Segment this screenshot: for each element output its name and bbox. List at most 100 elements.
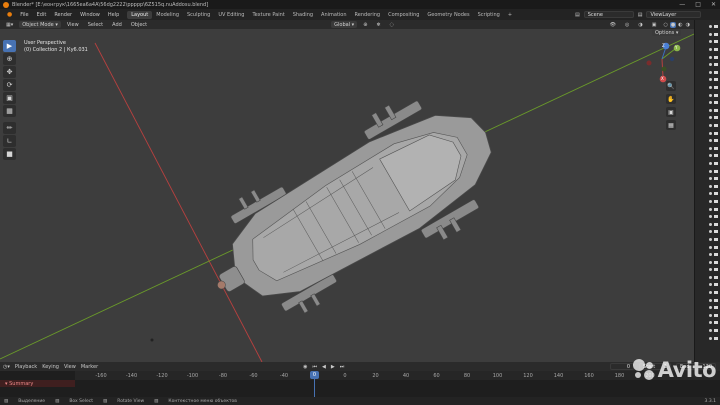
zoom-icon[interactable]: 🔍 [666, 81, 676, 91]
visibility-eye-icon[interactable] [709, 161, 712, 165]
close-button[interactable]: ✕ [711, 1, 716, 8]
visibility-eye-icon[interactable] [709, 184, 712, 188]
render-camera-icon[interactable] [714, 139, 718, 143]
outliner-row[interactable] [695, 213, 720, 221]
outliner-row[interactable] [695, 266, 720, 274]
select-tool-icon[interactable]: ▶ [3, 40, 16, 52]
transform-tool-icon[interactable]: ▦ [3, 105, 16, 117]
render-camera-icon[interactable] [714, 336, 718, 340]
outliner-row[interactable] [695, 243, 720, 251]
outliner-row[interactable] [695, 236, 720, 244]
record-button-icon[interactable]: ◉ [303, 364, 307, 370]
render-camera-icon[interactable] [714, 55, 718, 59]
outliner-row[interactable] [695, 23, 720, 31]
outliner-row[interactable] [695, 190, 720, 198]
cursor-tool-icon[interactable]: ⊕ [3, 53, 16, 65]
visibility-eye-icon[interactable] [709, 55, 712, 59]
camera-view-icon[interactable]: ▣ [666, 107, 676, 117]
render-camera-icon[interactable] [714, 237, 718, 241]
view-layer-selector[interactable]: ViewLayer [646, 11, 702, 18]
workspace-tab-shading[interactable]: Shading [289, 11, 317, 19]
render-camera-icon[interactable] [714, 116, 718, 120]
visibility-eye-icon[interactable] [709, 230, 712, 234]
visibility-eye-icon[interactable] [709, 306, 712, 310]
summary-channel[interactable]: ▾ Summary [0, 380, 75, 387]
visibility-eye-icon[interactable] [709, 169, 712, 173]
move-tool-icon[interactable]: ✥ [3, 66, 16, 78]
render-camera-icon[interactable] [714, 275, 718, 279]
maximize-button[interactable]: □ [695, 1, 701, 8]
outliner-row[interactable] [695, 145, 720, 153]
options-dropdown[interactable]: Options ▾ [652, 29, 682, 36]
visibility-eye-icon[interactable] [709, 275, 712, 279]
visibility-eye-icon[interactable] [709, 336, 712, 340]
workspace-tab-modeling[interactable]: Modeling [152, 11, 183, 19]
menu-render[interactable]: Render [50, 12, 76, 18]
outliner-row[interactable] [695, 38, 720, 46]
render-camera-icon[interactable] [714, 40, 718, 44]
pan-hand-icon[interactable]: ✋ [666, 94, 676, 104]
render-camera-icon[interactable] [714, 291, 718, 295]
visibility-eye-icon[interactable] [709, 268, 712, 272]
visibility-eye-icon[interactable] [709, 177, 712, 181]
outliner-row[interactable] [695, 175, 720, 183]
outliner-row[interactable] [695, 258, 720, 266]
render-camera-icon[interactable] [714, 283, 718, 287]
object-mode-dropdown[interactable]: Object Mode ▾ [19, 21, 61, 28]
render-camera-icon[interactable] [714, 313, 718, 317]
visibility-eye-icon[interactable] [709, 192, 712, 196]
menu-add[interactable]: Add [109, 22, 125, 28]
visibility-eye-icon[interactable] [709, 48, 712, 52]
outliner-row[interactable] [695, 107, 720, 115]
minimize-button[interactable]: — [679, 1, 685, 8]
outliner-row[interactable] [695, 182, 720, 190]
outliner-row[interactable] [695, 281, 720, 289]
visibility-eye-icon[interactable] [709, 101, 712, 105]
render-camera-icon[interactable] [714, 161, 718, 165]
visibility-eye-icon[interactable] [709, 25, 712, 29]
playhead-frame-marker[interactable]: 0 [310, 371, 319, 379]
solid-shading-icon[interactable]: ● [669, 21, 677, 28]
visibility-eye-icon[interactable] [709, 124, 712, 128]
outliner-row[interactable] [695, 99, 720, 107]
outliner-row[interactable] [695, 152, 720, 160]
render-camera-icon[interactable] [714, 306, 718, 310]
outliner-row[interactable] [695, 198, 720, 206]
outliner-row[interactable] [695, 46, 720, 54]
visibility-eye-icon[interactable] [709, 154, 712, 158]
blender-menu-icon[interactable]: ● [3, 11, 16, 18]
workspace-tab-sculpting[interactable]: Sculpting [183, 11, 214, 19]
outliner-panel[interactable] [694, 20, 720, 362]
render-camera-icon[interactable] [714, 245, 718, 249]
xray-toggle-icon[interactable]: ▣ [649, 22, 660, 28]
workspace-tab-compositing[interactable]: Compositing [384, 11, 423, 19]
visibility-eye-icon[interactable] [709, 283, 712, 287]
jump-end-icon[interactable]: ⏭ [340, 364, 345, 370]
menu-keying[interactable]: Keying [42, 364, 59, 370]
overlay-toggle-icon[interactable]: ◑ [635, 22, 645, 28]
visibility-icon[interactable]: 👁 [607, 22, 619, 28]
render-camera-icon[interactable] [714, 321, 718, 325]
visibility-eye-icon[interactable] [709, 245, 712, 249]
render-camera-icon[interactable] [714, 93, 718, 97]
render-camera-icon[interactable] [714, 25, 718, 29]
workspace-tab-animation[interactable]: Animation [317, 11, 351, 19]
rendered-shading-icon[interactable]: ◑ [685, 22, 691, 28]
perspective-toggle-icon[interactable]: ▦ [666, 120, 676, 130]
outliner-row[interactable] [695, 84, 720, 92]
outliner-row[interactable] [695, 129, 720, 137]
render-camera-icon[interactable] [714, 169, 718, 173]
render-camera-icon[interactable] [714, 146, 718, 150]
outliner-row[interactable] [695, 61, 720, 69]
menu-select[interactable]: Select [85, 22, 106, 28]
visibility-eye-icon[interactable] [709, 86, 712, 90]
menu-timeline-view[interactable]: View [64, 364, 76, 370]
outliner-row[interactable] [695, 304, 720, 312]
outliner-row[interactable] [695, 31, 720, 39]
visibility-eye-icon[interactable] [709, 222, 712, 226]
menu-help[interactable]: Help [104, 12, 123, 18]
workspace-tab-scripting[interactable]: Scripting [474, 11, 504, 19]
visibility-eye-icon[interactable] [709, 139, 712, 143]
snap-icon[interactable]: ❄ [373, 22, 383, 28]
menu-playback[interactable]: Playback [15, 364, 37, 370]
